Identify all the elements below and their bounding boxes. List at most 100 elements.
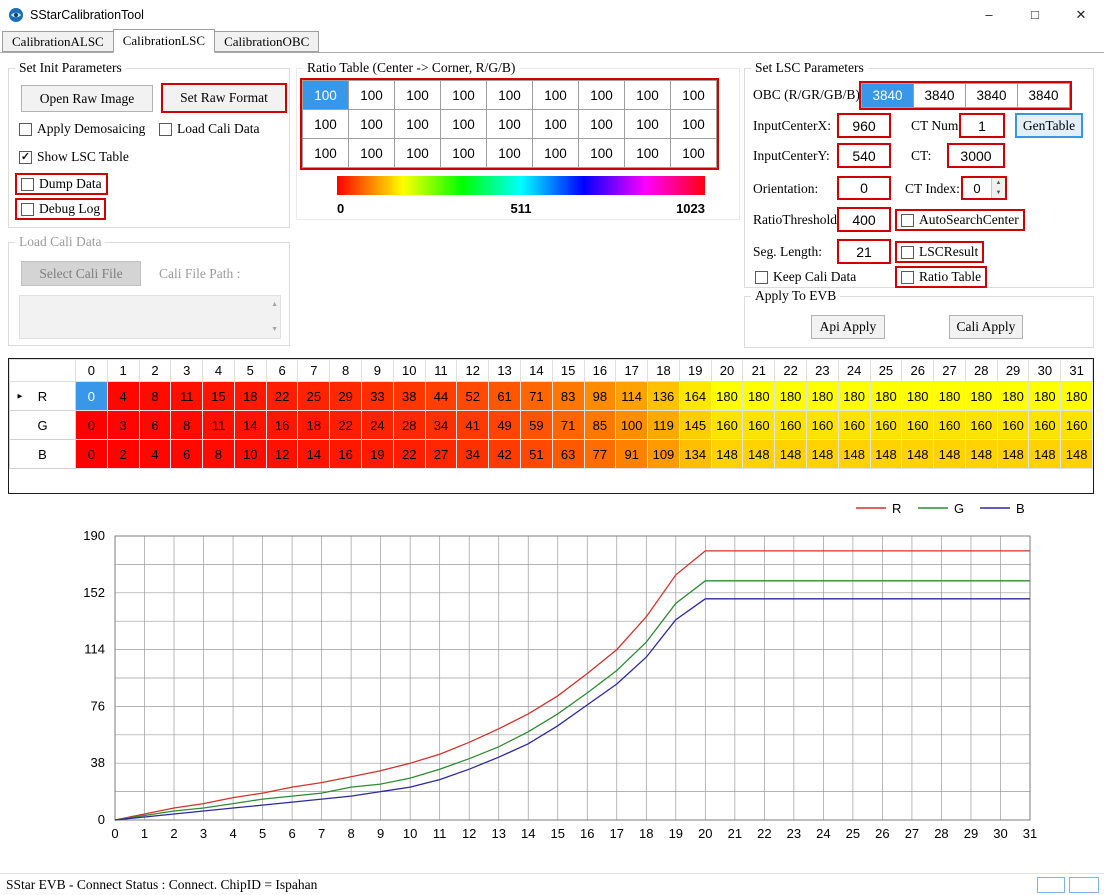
table-cell[interactable]: 42 (489, 440, 521, 469)
ratio-cell[interactable]: 100 (625, 81, 671, 110)
table-cell[interactable]: 41 (457, 411, 489, 440)
column-header[interactable]: 20 (711, 360, 743, 382)
tab-calibration-lsc[interactable]: CalibrationLSC (113, 29, 215, 53)
ratio-cell[interactable]: 100 (441, 139, 487, 168)
obc-cell[interactable]: 3840 (966, 84, 1018, 108)
ratio-cell[interactable]: 100 (395, 81, 441, 110)
column-header[interactable]: 3 (171, 360, 203, 382)
input-center-x-field[interactable] (837, 113, 891, 138)
column-header[interactable]: 10 (393, 360, 425, 382)
ratio-cell[interactable]: 100 (441, 81, 487, 110)
column-header[interactable]: 13 (489, 360, 521, 382)
table-cell[interactable]: 160 (806, 411, 838, 440)
keep-cali-data-checkbox[interactable]: Keep Cali Data (755, 269, 856, 285)
table-cell[interactable]: 160 (934, 411, 966, 440)
table-cell[interactable]: 15 (203, 382, 235, 411)
table-cell[interactable]: 180 (711, 382, 743, 411)
column-header[interactable]: 5 (234, 360, 266, 382)
ratio-cell[interactable]: 100 (395, 110, 441, 139)
close-button[interactable]: ✕ (1058, 0, 1104, 29)
ratio-cell[interactable]: 100 (487, 81, 533, 110)
input-center-y-field[interactable] (837, 143, 891, 168)
ratio-cell[interactable]: 100 (579, 139, 625, 168)
table-cell[interactable]: 34 (425, 411, 457, 440)
column-header[interactable]: 12 (457, 360, 489, 382)
table-cell[interactable]: 8 (139, 382, 171, 411)
table-cell[interactable]: 59 (520, 411, 552, 440)
obc-cell[interactable]: 3840 (1018, 84, 1070, 108)
table-cell[interactable]: 16 (330, 440, 362, 469)
ratio-threshold-field[interactable] (837, 207, 891, 232)
table-cell[interactable]: 61 (489, 382, 521, 411)
scroll-up-icon[interactable]: ▲ (271, 301, 278, 308)
table-cell[interactable]: 160 (902, 411, 934, 440)
table-cell[interactable]: 100 (616, 411, 648, 440)
table-cell[interactable]: 180 (1029, 382, 1061, 411)
row-header[interactable]: G (10, 411, 76, 440)
table-cell[interactable]: 14 (298, 440, 330, 469)
load-cali-data-checkbox[interactable]: Load Cali Data (159, 121, 259, 137)
column-header[interactable]: 24 (838, 360, 870, 382)
table-cell[interactable]: 180 (743, 382, 775, 411)
column-header[interactable]: 8 (330, 360, 362, 382)
table-cell[interactable]: 14 (234, 411, 266, 440)
table-cell[interactable]: 77 (584, 440, 616, 469)
table-cell[interactable]: 148 (743, 440, 775, 469)
column-header[interactable]: 16 (584, 360, 616, 382)
auto-search-center-checkbox[interactable]: AutoSearchCenter (895, 209, 1025, 231)
table-cell[interactable]: 12 (266, 440, 298, 469)
table-cell[interactable]: 91 (616, 440, 648, 469)
obc-cell[interactable]: 3840 (914, 84, 966, 108)
scroll-down-icon[interactable]: ▼ (271, 326, 278, 333)
api-apply-button[interactable]: Api Apply (811, 315, 885, 339)
tab-calibration-obc[interactable]: CalibrationOBC (214, 31, 319, 52)
table-cell[interactable]: 148 (1029, 440, 1061, 469)
table-cell[interactable]: 180 (838, 382, 870, 411)
table-cell[interactable]: 148 (775, 440, 807, 469)
table-cell[interactable]: 180 (997, 382, 1029, 411)
row-header[interactable]: ►R (10, 382, 76, 411)
ratio-table-checkbox[interactable]: Ratio Table (895, 266, 987, 288)
table-cell[interactable]: 10 (234, 440, 266, 469)
table-cell[interactable]: 29 (330, 382, 362, 411)
ratio-cell[interactable]: 100 (671, 139, 717, 168)
column-header[interactable]: 11 (425, 360, 457, 382)
table-cell[interactable]: 148 (1061, 440, 1093, 469)
ct-field[interactable] (947, 143, 1005, 168)
table-cell[interactable]: 11 (203, 411, 235, 440)
open-raw-image-button[interactable]: Open Raw Image (21, 85, 153, 112)
table-cell[interactable]: 98 (584, 382, 616, 411)
ratio-cell[interactable]: 100 (533, 81, 579, 110)
table-cell[interactable]: 34 (457, 440, 489, 469)
spin-up-icon[interactable]: ▲ (992, 178, 1005, 188)
column-header[interactable]: 25 (870, 360, 902, 382)
table-cell[interactable]: 136 (648, 382, 680, 411)
ct-num-field[interactable] (959, 113, 1005, 138)
table-cell[interactable]: 49 (489, 411, 521, 440)
table-cell[interactable]: 8 (171, 411, 203, 440)
cali-apply-button[interactable]: Cali Apply (949, 315, 1023, 339)
table-cell[interactable]: 11 (171, 382, 203, 411)
minimize-button[interactable]: – (966, 0, 1012, 29)
table-cell[interactable]: 180 (775, 382, 807, 411)
table-cell[interactable]: 160 (870, 411, 902, 440)
table-cell[interactable]: 148 (902, 440, 934, 469)
table-cell[interactable]: 71 (520, 382, 552, 411)
table-cell[interactable]: 180 (965, 382, 997, 411)
table-cell[interactable]: 134 (679, 440, 711, 469)
table-cell[interactable]: 180 (806, 382, 838, 411)
seg-length-field[interactable] (837, 239, 891, 264)
table-cell[interactable]: 114 (616, 382, 648, 411)
table-cell[interactable]: 18 (234, 382, 266, 411)
column-header[interactable]: 7 (298, 360, 330, 382)
dump-data-checkbox[interactable]: Dump Data (15, 173, 108, 195)
ratio-cell[interactable]: 100 (303, 110, 349, 139)
ratio-cell[interactable]: 100 (671, 81, 717, 110)
table-cell[interactable]: 71 (552, 411, 584, 440)
column-header[interactable]: 4 (203, 360, 235, 382)
ratio-cell[interactable]: 100 (533, 139, 579, 168)
ratio-cell[interactable]: 100 (441, 110, 487, 139)
table-cell[interactable]: 28 (393, 411, 425, 440)
cali-file-path-textbox[interactable]: ▲ ▼ (19, 295, 281, 339)
table-cell[interactable]: 2 (107, 440, 139, 469)
